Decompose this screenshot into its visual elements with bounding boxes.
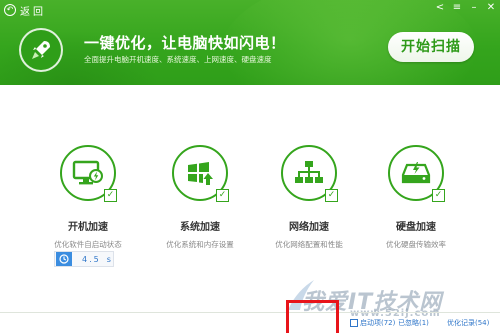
footer-link-history[interactable]: 优化记录(54) bbox=[447, 318, 489, 328]
subline: 全面提升电脑开机速度、系统速度、上网速度、硬盘速度 bbox=[84, 55, 272, 64]
rocket-icon bbox=[19, 28, 63, 72]
feature-title: 硬盘加速 bbox=[396, 222, 436, 233]
feature-title: 开机加速 bbox=[68, 222, 108, 233]
checkbox-checked-icon[interactable]: ✓ bbox=[104, 189, 117, 202]
feature-desc: 优化硬盘传输效率 bbox=[386, 240, 446, 249]
feature-desc: 优化软件自启动状态 bbox=[54, 240, 122, 249]
window-controls: < ≡ – ✕ bbox=[435, 2, 496, 14]
feature-icon-circle: ✓ bbox=[172, 145, 229, 202]
footer-link-label: 已忽略(1) bbox=[398, 319, 429, 327]
header-banner: ↶ 返回 < ≡ – ✕ 一键优化，让电脑快如闪电！ 全面提升电脑开机速度、系统… bbox=[0, 0, 500, 85]
back-arrow-icon: ↶ bbox=[4, 4, 16, 16]
back-label: 返回 bbox=[20, 6, 46, 18]
feature-icon-circle: ✓ bbox=[281, 145, 338, 202]
boot-time-value: 4.5 bbox=[82, 254, 101, 264]
boot-time-display: 4.5 s bbox=[54, 251, 114, 267]
start-scan-button[interactable]: 开始扫描 bbox=[388, 32, 474, 62]
checkbox-checked-icon[interactable]: ✓ bbox=[432, 189, 445, 202]
headline: 一键优化，让电脑快如闪电！ bbox=[84, 34, 286, 52]
monitor-lightning-icon bbox=[72, 160, 103, 185]
startup-icon bbox=[350, 319, 358, 327]
feature-icon-circle: ✓ bbox=[60, 145, 117, 202]
share-icon[interactable]: < bbox=[435, 2, 445, 14]
hard-disk-lightning-icon bbox=[401, 162, 431, 184]
menu-icon[interactable]: ≡ bbox=[452, 2, 462, 14]
checkbox-checked-icon[interactable]: ✓ bbox=[325, 189, 338, 202]
footer-link-startup[interactable]: 启动项(72) bbox=[350, 318, 395, 328]
footer-link-label: 优化记录(54) bbox=[447, 319, 490, 327]
checkbox-checked-icon[interactable]: ✓ bbox=[216, 189, 229, 202]
minimize-icon[interactable]: – bbox=[469, 2, 479, 14]
back-button[interactable]: ↶ 返回 bbox=[4, 3, 46, 18]
network-icon bbox=[295, 161, 323, 183]
footer-divider bbox=[0, 312, 500, 313]
feature-disk-speed[interactable]: ✓ 硬盘加速 优化硬盘传输效率 bbox=[351, 145, 481, 250]
footer-link-ignored[interactable]: 已忽略(1) bbox=[398, 318, 429, 328]
footer-link-label: 启动项(72) bbox=[360, 319, 396, 327]
feature-icon-circle: ✓ bbox=[388, 145, 445, 202]
boot-time-unit: s bbox=[106, 254, 113, 264]
highlight-frame bbox=[286, 300, 339, 333]
windows-up-icon bbox=[188, 162, 213, 185]
close-icon[interactable]: ✕ bbox=[486, 2, 496, 14]
clock-icon bbox=[56, 252, 72, 266]
feature-boot-speed[interactable]: ✓ 开机加速 优化软件自启动状态 bbox=[23, 145, 153, 250]
